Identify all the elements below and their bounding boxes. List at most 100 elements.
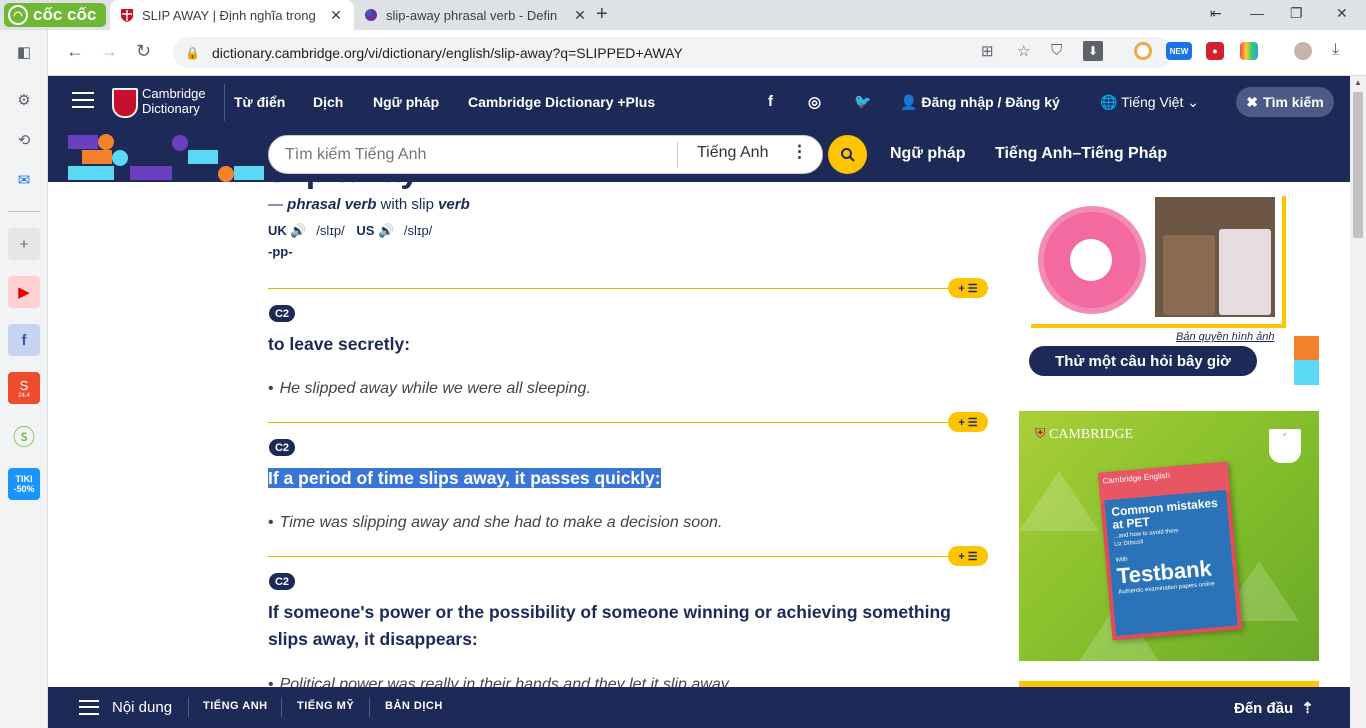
facebook-icon[interactable]: f bbox=[768, 93, 773, 110]
selected-text: If a period of time slips away, it passe… bbox=[268, 468, 661, 488]
site-logo[interactable]: Cambridge Dictionary bbox=[142, 86, 206, 116]
recorder-ext-icon[interactable]: ● bbox=[1206, 42, 1224, 60]
exam-seal-icon: ✓ bbox=[1269, 429, 1301, 463]
sense-example: • Political power was really in their han… bbox=[268, 676, 732, 687]
footer-tab-english[interactable]: TIẾNG ANH bbox=[203, 700, 268, 712]
coccoc-ext-icon[interactable] bbox=[1134, 42, 1152, 60]
forward-icon[interactable]: → bbox=[100, 41, 118, 62]
menu-icon[interactable] bbox=[72, 92, 94, 108]
example-text: Political power was really in their hand… bbox=[279, 676, 732, 687]
language-selector[interactable]: 🌐 Tiếng Việt ⌄ bbox=[1100, 94, 1199, 111]
shopee-icon[interactable]: S 24.4 bbox=[8, 372, 40, 404]
footer-tab-translation[interactable]: BẢN DỊCH bbox=[385, 700, 443, 712]
more-options-icon[interactable]: ⋮ bbox=[791, 142, 808, 162]
sidebar-toggle-icon[interactable]: ◧ bbox=[8, 36, 40, 68]
tab-slip-away-vi[interactable]: SLIP AWAY | Định nghĩa trong ✕ bbox=[110, 0, 354, 30]
add-to-list-button[interactable]: + ☰ bbox=[948, 546, 988, 566]
book-cover: Cambridge English Common mistakes at PET… bbox=[1097, 461, 1243, 641]
minimize-button[interactable]: — bbox=[1250, 5, 1264, 21]
nav-dictionary[interactable]: Từ điển bbox=[234, 94, 285, 110]
add-app-icon[interactable]: + bbox=[8, 228, 40, 260]
scroll-up-icon[interactable]: ▲ bbox=[1354, 78, 1362, 87]
english-french-link[interactable]: Tiếng Anh–Tiếng Pháp bbox=[995, 145, 1167, 163]
close-icon[interactable]: ✕ bbox=[570, 7, 590, 24]
tiki-icon[interactable]: TIKI -50% bbox=[8, 468, 40, 500]
with-pos: verb bbox=[438, 196, 470, 213]
messenger-icon[interactable]: ✉ bbox=[8, 164, 40, 196]
instagram-icon[interactable]: ◎ bbox=[808, 93, 821, 111]
divider bbox=[369, 697, 370, 717]
download-icon[interactable]: ⬇ bbox=[1083, 41, 1103, 61]
shield-icon[interactable]: ⛉ bbox=[1051, 42, 1062, 59]
login-label: Đăng nhập / Đăng ký bbox=[921, 94, 1060, 110]
logo-line-2: Dictionary bbox=[142, 101, 200, 116]
search-button[interactable] bbox=[828, 135, 867, 174]
contents-menu-icon[interactable] bbox=[79, 700, 99, 715]
decor-shape bbox=[130, 166, 172, 180]
decor-shape bbox=[98, 134, 114, 150]
search-toggle-button[interactable]: ✖ Tìm kiếm bbox=[1236, 87, 1334, 117]
search-input[interactable] bbox=[285, 144, 665, 166]
nav-plus[interactable]: Cambridge Dictionary +Plus bbox=[468, 94, 655, 110]
browser-sidebar: ◧ ⚙ ⟲ ✉ + ▶ f S 24.4 ⓢ TIKI -50% bbox=[0, 30, 48, 728]
level-badge: C2 bbox=[269, 305, 295, 322]
bookmark-star-icon[interactable]: ☆ bbox=[1017, 42, 1030, 60]
new-tab-button[interactable]: + bbox=[596, 3, 608, 26]
cambridge-book-ad[interactable]: ⛨ CAMBRIDGE ✓ Cambridge English Common m… bbox=[1019, 411, 1319, 661]
with-text: with slip bbox=[376, 196, 439, 213]
divider bbox=[281, 697, 282, 717]
speaker-us-icon[interactable]: 🔊 bbox=[378, 223, 394, 238]
avatar[interactable] bbox=[1294, 42, 1312, 60]
address-bar[interactable]: 🔒 dictionary.cambridge.org/vi/dictionary… bbox=[173, 37, 1173, 68]
lock-icon: 🔒 bbox=[185, 45, 200, 60]
close-window-button[interactable]: ✕ bbox=[1336, 5, 1348, 22]
decor-shape bbox=[68, 135, 98, 149]
add-to-list-button[interactable]: + ☰ bbox=[948, 278, 988, 298]
translate-icon[interactable]: ⊞ bbox=[981, 42, 994, 60]
divider bbox=[188, 697, 189, 717]
new-badge-ext-icon[interactable]: NEW bbox=[1166, 42, 1192, 60]
contents-link[interactable]: Nội dung bbox=[112, 699, 172, 716]
tab-slip-away-en[interactable]: slip-away phrasal verb - Defin ✕ bbox=[354, 0, 594, 30]
logo-line-1: Cambridge bbox=[142, 86, 206, 101]
reload-icon[interactable]: ↻ bbox=[136, 41, 151, 62]
bag-icon: S bbox=[19, 377, 29, 393]
coccoc-leaf-icon[interactable]: ⓢ bbox=[8, 420, 40, 452]
facebook-icon[interactable]: f bbox=[8, 324, 40, 356]
history-icon[interactable]: ⟲ bbox=[8, 124, 40, 156]
search-toggle-label: Tìm kiếm bbox=[1263, 94, 1324, 110]
maximize-button[interactable]: ❐ bbox=[1290, 5, 1303, 22]
login-link[interactable]: 👤 Đăng nhập / Đăng ký bbox=[900, 94, 1060, 111]
search-icon bbox=[840, 147, 855, 162]
footer-tab-american[interactable]: TIẾNG MỸ bbox=[297, 700, 354, 712]
scrollbar-thumb[interactable] bbox=[1353, 92, 1363, 238]
dictionary-language-select[interactable]: Tiếng Anh bbox=[697, 144, 768, 162]
sense-definition: If a period of time slips away, it passe… bbox=[268, 465, 661, 492]
divider bbox=[677, 142, 678, 168]
nav-translate[interactable]: Dịch bbox=[313, 94, 343, 110]
nav-grammar[interactable]: Ngữ pháp bbox=[373, 94, 439, 110]
settings-icon[interactable]: ⚙ bbox=[8, 84, 40, 116]
pos-prefix: — bbox=[268, 196, 288, 213]
youtube-icon[interactable]: ▶ bbox=[8, 276, 40, 308]
bullet-icon: • bbox=[268, 514, 274, 531]
coccoc-brand-button[interactable]: ◠ cốc cốc bbox=[4, 3, 106, 27]
close-icon[interactable]: ✕ bbox=[326, 7, 346, 24]
search-box: Tiếng Anh ⋮ bbox=[268, 135, 823, 174]
grammar-link[interactable]: Ngữ pháp bbox=[890, 145, 966, 163]
us-ipa: /slɪp/ bbox=[403, 223, 433, 238]
twitter-icon[interactable]: 🐦 bbox=[854, 93, 871, 110]
download-arrow-icon[interactable]: ⤓ bbox=[1332, 41, 1339, 59]
back-to-top-link[interactable]: Đến đầu ⇡ bbox=[1234, 699, 1314, 717]
color-picker-ext-icon[interactable] bbox=[1240, 42, 1258, 60]
decor-shape bbox=[82, 150, 112, 164]
speaker-uk-icon[interactable]: 🔊 bbox=[290, 223, 306, 238]
add-to-list-button[interactable]: + ☰ bbox=[948, 412, 988, 432]
try-quiz-button[interactable]: Thử một câu hỏi bây giờ bbox=[1029, 346, 1257, 376]
back-icon[interactable]: ← bbox=[66, 41, 84, 62]
page-scrollbar[interactable]: ▲ bbox=[1350, 76, 1366, 728]
restore-tabs-icon[interactable]: ⇤ bbox=[1210, 5, 1222, 22]
part-of-speech: — phrasal verb with slip verb bbox=[268, 196, 470, 213]
image-credit-link[interactable]: Bản quyền hình ảnh bbox=[1176, 331, 1274, 343]
oxford-favicon-icon bbox=[365, 9, 377, 21]
